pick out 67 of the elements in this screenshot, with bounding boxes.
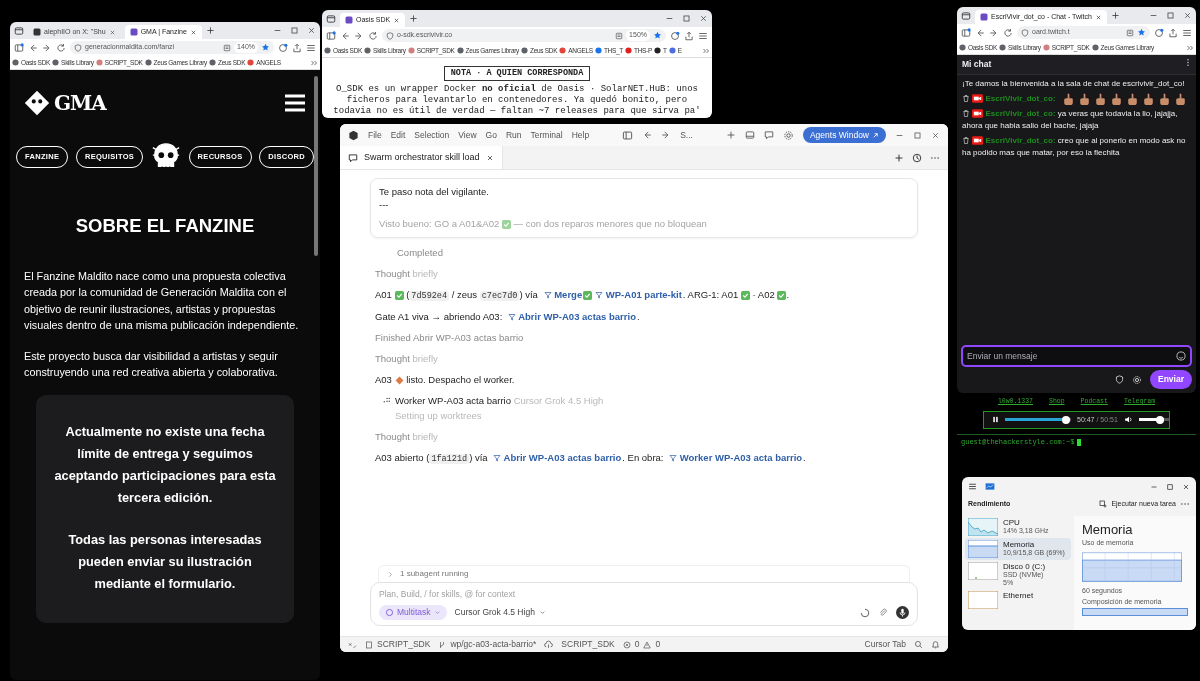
thought-detail: briefly bbox=[412, 353, 438, 364]
subagent-bar[interactable]: 1 subagent running bbox=[378, 565, 910, 582]
chat-message: EscriVivir_dot_co: ya veras que todavia la lio, jajajja, ahora que habia salio del bache, jajaja bbox=[962, 107, 1179, 132]
link[interactable]: Worker WP-A03 acta barrio bbox=[669, 452, 803, 463]
panel-title: Memoria bbox=[1082, 520, 1134, 539]
menu-item[interactable]: Run bbox=[505, 128, 522, 142]
link[interactable]: Merge bbox=[543, 289, 583, 300]
thought-label: Thought bbox=[375, 431, 410, 442]
repo-status[interactable]: SCRIPT_SDK bbox=[365, 638, 431, 651]
link[interactable]: WP-A01 parte-kit bbox=[595, 289, 682, 300]
agents-window-button[interactable]: Agents Window bbox=[802, 126, 886, 144]
resource-item[interactable]: Ethernet bbox=[965, 588, 1071, 611]
chat-message: EscriVivir_dot_co: creo que al ponerlo en modo ask no ha podido mas que matar, por eso la flechita bbox=[962, 134, 1187, 159]
chat-header: Mi chat bbox=[962, 58, 993, 71]
username[interactable]: EscriVivir_dot_co: bbox=[985, 108, 1056, 118]
note-line: Visto bueno: GO a A01&A02 — con dos reparos menores que no bloquean bbox=[379, 217, 708, 230]
note-title: NOTA · A QUIEN CORRESPONDA bbox=[443, 66, 591, 81]
menu-item[interactable]: File bbox=[368, 128, 382, 142]
page-heading: SOBRE EL FANZINE bbox=[74, 214, 256, 238]
problems-status[interactable]: 0 0 bbox=[622, 638, 661, 651]
menu-item[interactable]: Go bbox=[485, 128, 497, 142]
message-text: A03 listo. Despacho el worker. bbox=[374, 374, 516, 386]
message-text: Gate A1 viva → abriendo A03: Abrir WP-A03 actas barrio. bbox=[374, 311, 641, 323]
username[interactable]: EscriVivir_dot_co: bbox=[985, 135, 1056, 145]
branch-status[interactable]: wp/gc-a03-acta-barrio* bbox=[438, 638, 537, 651]
thought-detail: briefly bbox=[412, 431, 438, 442]
cursor-tab-status[interactable]: Cursor Tab bbox=[864, 638, 906, 651]
menu-item[interactable]: Terminal bbox=[530, 128, 563, 142]
model-selector[interactable]: Cursor Grok 4.5 High bbox=[454, 606, 546, 619]
send-button[interactable]: Enviar bbox=[1150, 370, 1192, 389]
thought-label: Thought bbox=[375, 353, 410, 364]
welcome-text: ¡Te damos la bienvenida a la sala de chat de escrivivir_dot_co! bbox=[962, 77, 1186, 90]
link[interactable]: Abrir WP-A03 actas barrio bbox=[507, 311, 636, 322]
worker-status: Setting up worktrees bbox=[395, 410, 483, 422]
paragraph: O_SDK es un wrapper Docker no oficial de Oasis · SolarNET.HuB: unos ficheros para levantarlo en contenedores. Ya quedó bonito, pero todavia no es útil de verdad — faltan ~7 releases para que sirva pa' bbox=[332, 84, 702, 117]
resource-name: CPU bbox=[1003, 517, 1021, 527]
thought-detail: briefly bbox=[412, 268, 438, 279]
logo-text: GMA bbox=[54, 90, 106, 117]
menu-item[interactable]: Edit bbox=[390, 128, 406, 142]
workspace-status[interactable]: SCRIPT_SDK bbox=[561, 638, 615, 651]
composer-field[interactable]: Plan, Build, / for skills, @ for context Multitask Cursor Grok 4.5 High bbox=[370, 582, 918, 626]
finished-text: Finished Abrir WP-A03 actas barrio bbox=[374, 332, 525, 344]
resource-name: Memoria bbox=[1003, 539, 1036, 549]
editor-tab[interactable]: Swarm orchestrator skill load bbox=[340, 146, 503, 169]
paragraph: Este proyecto busca dar visibilidad a artistas y seguir construyendo una red creativa abierta y colaborativa. bbox=[24, 348, 279, 381]
worker-model: Cursor Grok 4.5 High bbox=[513, 395, 604, 406]
mode-button[interactable]: Multitask bbox=[379, 605, 447, 620]
menu-item[interactable]: Help bbox=[571, 128, 590, 142]
worker-name: Worker WP-A03 acta barrio bbox=[395, 395, 511, 406]
resource-name: Ethernet bbox=[1003, 590, 1034, 600]
thought-label: Thought bbox=[375, 268, 410, 279]
note-line: --- bbox=[379, 198, 390, 211]
note-line: Te paso nota del vigilante. bbox=[379, 185, 490, 198]
status-text: Completed bbox=[396, 247, 444, 259]
window-title: S... bbox=[680, 128, 693, 142]
menu-item[interactable]: View bbox=[458, 128, 477, 142]
username[interactable]: EscriVivir_dot_co: bbox=[985, 93, 1056, 103]
message-text: A03 abierto ( 1fa121d ) vía Abrir WP-A03 actas barrio. En obra: Worker WP-A03 acta barrio. bbox=[374, 452, 807, 465]
card-text: Actualmente no existe una fecha límite de entrega y seguimos aceptando participaciones para esta tercera edición. bbox=[53, 422, 277, 507]
link[interactable]: Abrir WP-A03 actas barrio bbox=[493, 452, 622, 463]
chat-input[interactable]: Enviar un mensaje bbox=[961, 345, 1192, 368]
paragraph: El Fanzine Maldito nace como una propuesta colectiva creada por la comunidad de Generación Maldita con el objetivo de reunir ilustraciones, artistas y propuestas visuales dentro de una misma publicación independiente. bbox=[24, 268, 300, 334]
resource-name: Disco 0 (C:) bbox=[1003, 561, 1046, 571]
message-text: A01 ( 7d592e4 / zeus c7ec7d0 ) vía Merge WP-A01 parte-kit. ARG-1: A01 · A02 . bbox=[374, 289, 791, 302]
card-text: Todas las personas interesadas pueden enviar su ilustración mediante el formulario. bbox=[67, 530, 263, 593]
link[interactable]: Oasis · SolarNET.HuB bbox=[557, 84, 666, 94]
menu-item[interactable]: Selection bbox=[414, 128, 450, 142]
